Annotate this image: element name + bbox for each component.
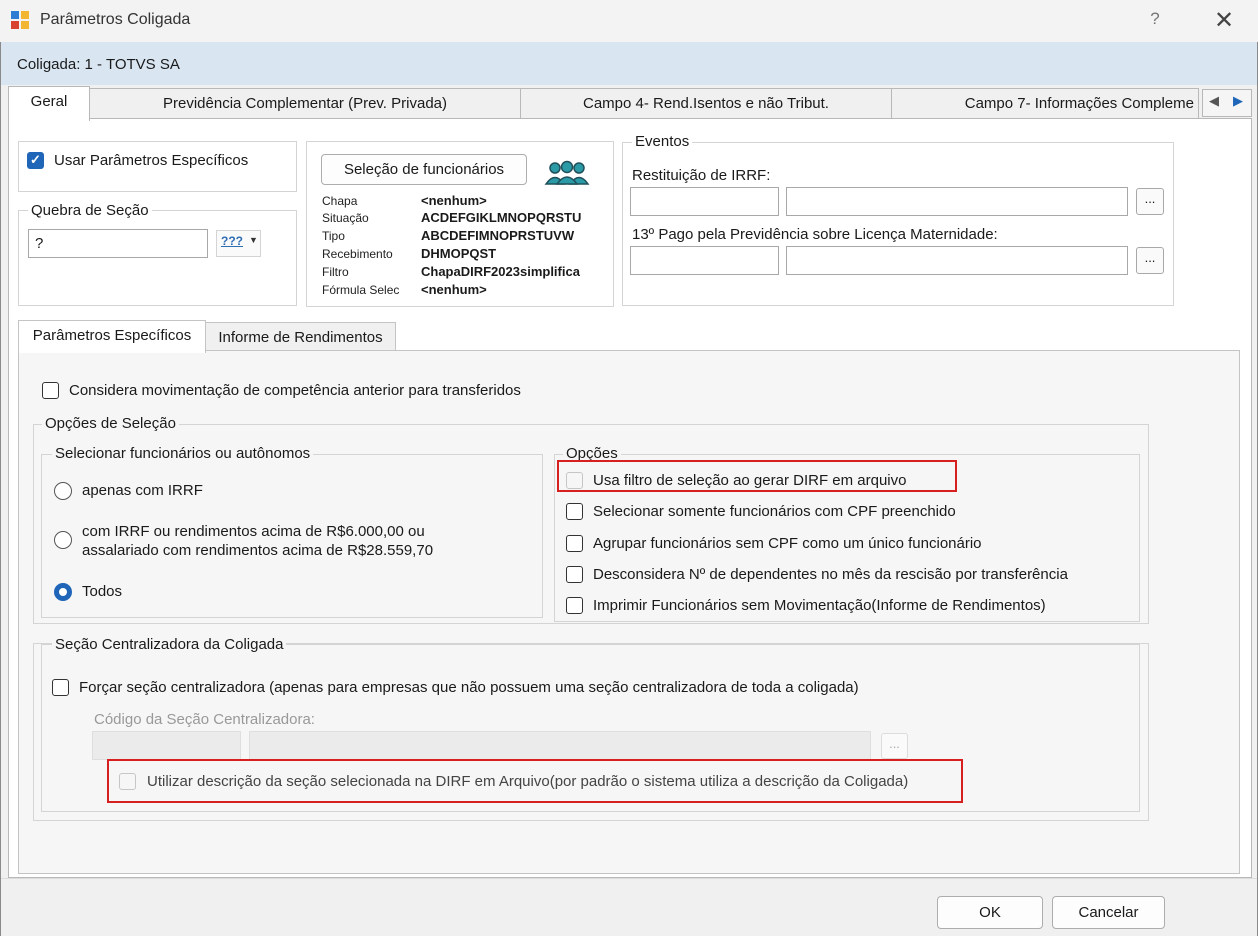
- decimo-terceiro-lookup-button[interactable]: ...: [1136, 247, 1164, 274]
- usar-parametros-label: Usar Parâmetros Específicos: [54, 152, 249, 169]
- chevron-down-icon: ▼: [249, 235, 258, 245]
- selecao-funcionarios-button[interactable]: Seleção de funcionários: [321, 154, 527, 185]
- resumo-label: Recebimento: [322, 247, 393, 261]
- decimo-terceiro-label: 13º Pago pela Previdência sobre Licença …: [632, 226, 998, 243]
- opcoes-selecao-legend: Opções de Seleção: [42, 415, 179, 432]
- forcar-secao-label: Forçar seção centralizadora (apenas para…: [79, 679, 859, 696]
- picker-icon: ???: [221, 234, 243, 248]
- subtab-informe-rendimentos[interactable]: Informe de Rendimentos: [205, 322, 396, 352]
- tab-previdencia-complementar[interactable]: Previdência Complementar (Prev. Privada): [89, 88, 521, 119]
- quebra-secao-input[interactable]: ?: [28, 229, 208, 258]
- tab-campo-4[interactable]: Campo 4- Rend.Isentos e não Tribut.: [520, 88, 892, 119]
- resumo-label: Chapa: [322, 194, 358, 208]
- agrupar-sem-cpf-checkbox[interactable]: [566, 535, 583, 552]
- app-icon: [11, 11, 29, 29]
- radio-todos[interactable]: [54, 583, 72, 601]
- tab-scroll-right-icon[interactable]: ▶: [1233, 93, 1243, 109]
- descricao-secao-input[interactable]: [249, 731, 871, 760]
- considera-movimentacao-label: Considera movimentação de competência an…: [69, 382, 521, 399]
- selecionar-funcionarios-legend: Selecionar funcionários ou autônomos: [52, 445, 314, 462]
- desconsidera-dependentes-checkbox[interactable]: [566, 566, 583, 583]
- restituicao-descricao-input[interactable]: [786, 187, 1128, 216]
- help-button[interactable]: ?: [1140, 9, 1170, 33]
- radio-apenas-irrf[interactable]: [54, 482, 72, 500]
- restituicao-label: Restituição de IRRF:: [632, 167, 771, 184]
- resumo-value: <nenhum>: [421, 194, 487, 208]
- coligada-label: Coligada: 1 - TOTVS SA: [17, 56, 180, 73]
- cpf-preenchido-label: Selecionar somente funcionários com CPF …: [593, 503, 956, 520]
- radio-irrf-ou-rendimentos-label: com IRRF ou rendimentos acima de R$6.000…: [82, 523, 425, 540]
- codigo-secao-input[interactable]: [92, 731, 241, 760]
- resumo-value: ChapaDIRF2023simplifica: [421, 264, 580, 279]
- radio-irrf-ou-rendimentos[interactable]: [54, 531, 72, 549]
- resumo-value: <nenhum>: [421, 282, 487, 297]
- restituicao-codigo-input[interactable]: [630, 187, 779, 216]
- resumo-label: Tipo: [322, 229, 345, 243]
- tab-scroll-left-icon[interactable]: ◀: [1209, 93, 1219, 109]
- quebra-secao-legend: Quebra de Seção: [28, 202, 152, 219]
- considera-movimentacao-checkbox[interactable]: [42, 382, 59, 399]
- quebra-secao-group: [18, 210, 297, 306]
- radio-apenas-irrf-label: apenas com IRRF: [82, 482, 203, 499]
- radio-todos-label: Todos: [82, 583, 123, 600]
- agrupar-sem-cpf-label: Agrupar funcionários sem CPF como um úni…: [593, 535, 982, 552]
- secao-lookup-button[interactable]: ...: [881, 733, 908, 759]
- highlight-box: [557, 460, 957, 492]
- resumo-value: DHMOPQST: [421, 246, 497, 261]
- window-title: Parâmetros Coligada: [40, 11, 191, 28]
- resumo-label: Situação: [322, 211, 369, 225]
- resumo-label: Filtro: [322, 265, 349, 279]
- resumo-value: ABCDEFIMNOPRSTUVW: [421, 228, 575, 243]
- imprimir-sem-movimentacao-label: Imprimir Funcionários sem Movimentação(I…: [593, 597, 1046, 614]
- ok-button[interactable]: OK: [937, 896, 1043, 929]
- eventos-legend: Eventos: [632, 133, 693, 150]
- secao-centralizadora-legend: Seção Centralizadora da Coligada: [52, 636, 287, 653]
- close-icon[interactable]: ✕: [1204, 6, 1244, 36]
- coligada-bar: [1, 42, 1257, 85]
- radio-irrf-ou-rendimentos-label: assalariado com rendimentos acima de R$2…: [82, 542, 434, 559]
- selecao-resumo: Chapa <nenhum> Situação ACDEFGIKLMNOPQRS…: [322, 194, 612, 304]
- usar-parametros-checkbox[interactable]: ✓: [27, 152, 44, 169]
- users-group-icon: [544, 160, 590, 185]
- tab-campo-7[interactable]: Campo 7- Informações Compleme: [891, 88, 1199, 119]
- cancel-button[interactable]: Cancelar: [1052, 896, 1165, 929]
- restituicao-lookup-button[interactable]: ...: [1136, 188, 1164, 215]
- codigo-secao-label: Código da Seção Centralizadora:: [94, 711, 315, 728]
- subtab-parametros-especificos[interactable]: Parâmetros Específicos: [18, 320, 206, 353]
- resumo-label: Fórmula Selec: [322, 283, 400, 297]
- quebra-secao-picker[interactable]: ??? ▼: [216, 230, 261, 257]
- decimo-terceiro-descricao-input[interactable]: [786, 246, 1128, 275]
- desconsidera-dependentes-label: Desconsidera Nº de dependentes no mês da…: [593, 566, 1068, 583]
- highlight-box: [107, 759, 963, 803]
- decimo-terceiro-codigo-input[interactable]: [630, 246, 779, 275]
- cpf-preenchido-checkbox[interactable]: [566, 503, 583, 520]
- imprimir-sem-movimentacao-checkbox[interactable]: [566, 597, 583, 614]
- tab-scroll-buttons: ◀ ▶: [1202, 89, 1252, 117]
- forcar-secao-checkbox[interactable]: [52, 679, 69, 696]
- tab-geral[interactable]: Geral: [8, 86, 90, 121]
- resumo-value: ACDEFGIKLMNOPQRSTU: [421, 210, 582, 225]
